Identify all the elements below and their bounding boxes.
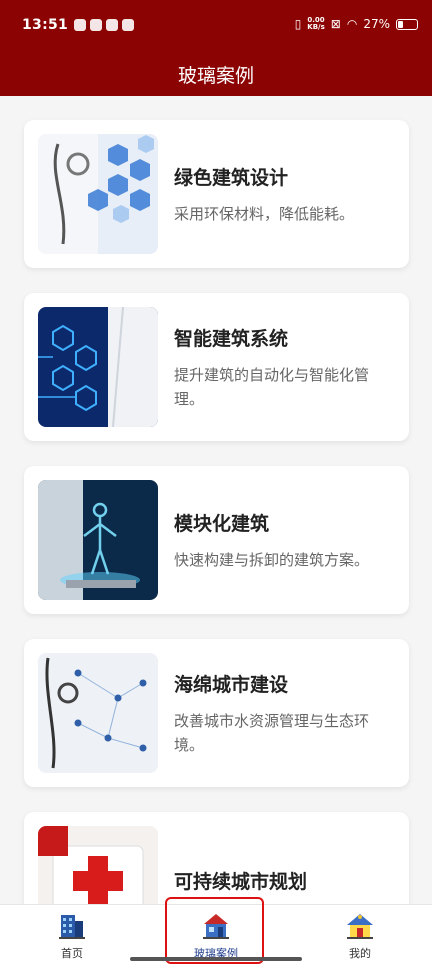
tiktok-icon: [74, 19, 87, 31]
case-desc: 提升建筑的自动化与智能化管理。: [174, 365, 370, 408]
wifi-icon: ◠: [346, 17, 358, 31]
vibrate-icon: ▯: [294, 17, 302, 31]
highlight-box: [165, 897, 264, 964]
status-time: 13:51: [22, 17, 69, 33]
case-title: 可持续城市规划: [174, 870, 308, 893]
case-title: 智能建筑系统: [174, 327, 289, 350]
profile-house-icon: [347, 914, 373, 939]
battery-text: 27%: [363, 17, 390, 31]
status-app-icons: [74, 19, 135, 31]
sim-icon: ⊠: [330, 17, 341, 31]
case-card[interactable]: 智能建筑系统 提升建筑的自动化与智能化管理。: [24, 293, 409, 441]
home-indicator[interactable]: [130, 957, 302, 961]
case-card[interactable]: 绿色建筑设计 采用环保材料，降低能耗。: [24, 120, 409, 268]
network-speed: 0.00 KB/s: [307, 16, 325, 31]
battery-icon: [396, 18, 418, 30]
stethoscope-network-image: [38, 653, 158, 773]
case-desc: 快速构建与拆卸的建筑方案。: [174, 550, 370, 569]
page-title: 玻璃案例: [0, 52, 432, 96]
hologram-body-image: [38, 480, 158, 600]
tab-home[interactable]: 首页: [0, 905, 144, 964]
tab-label: 首页: [61, 947, 83, 960]
case-title: 海绵城市建设: [174, 673, 289, 696]
status-bar: 13:51 ▯ 0.00 KB/s ⊠ ◠ 27%: [0, 0, 432, 52]
app-icon: [90, 19, 103, 31]
app-icon: [122, 19, 135, 31]
tab-label: 我的: [349, 947, 371, 960]
case-title: 绿色建筑设计: [174, 166, 289, 189]
case-desc: 采用环保材料，降低能耗。: [174, 204, 355, 223]
medical-hexagon-image: [38, 134, 158, 254]
case-list[interactable]: 绿色建筑设计 采用环保材料，降低能耗。 智能建筑系统 提升建筑的自动化与智能化管…: [0, 96, 432, 904]
tech-hexagon-image: [38, 307, 158, 427]
status-right: ▯ 0.00 KB/s ⊠ ◠ 27%: [295, 17, 418, 31]
building-icon: [59, 915, 85, 939]
tab-mine[interactable]: 我的: [288, 905, 432, 964]
case-card[interactable]: 海绵城市建设 改善城市水资源管理与生态环境。: [24, 639, 409, 787]
case-card[interactable]: 模块化建筑 快速构建与拆卸的建筑方案。: [24, 466, 409, 614]
case-desc: 改善城市水资源管理与生态环境。: [174, 711, 370, 754]
app-icon: [106, 19, 119, 31]
first-aid-kit-image: [38, 826, 158, 904]
case-card[interactable]: 可持续城市规划: [24, 812, 409, 904]
case-title: 模块化建筑: [174, 512, 270, 535]
